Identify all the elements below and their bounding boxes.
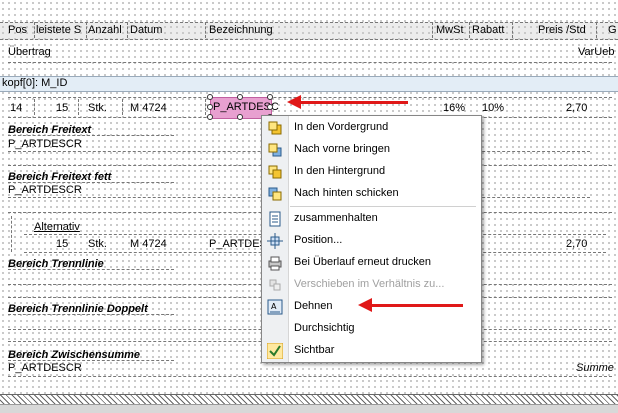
col-separator bbox=[596, 22, 597, 38]
menu-item-label: Position... bbox=[294, 234, 343, 246]
row-pos[interactable]: 14 bbox=[10, 102, 22, 115]
menu-item-label: Dehnen bbox=[294, 300, 333, 312]
row-separator bbox=[122, 99, 123, 115]
col-separator bbox=[205, 22, 206, 38]
annotation-arrow-head bbox=[287, 95, 301, 109]
section-freitext-fett-field[interactable]: P_ARTDESCR bbox=[8, 184, 82, 197]
annotation-arrow-head bbox=[358, 298, 372, 312]
stretch-icon: A bbox=[267, 299, 283, 315]
menu-item-label: In den Hintergrund bbox=[294, 165, 386, 177]
col-datum[interactable]: Datum bbox=[130, 24, 162, 37]
section-underline bbox=[8, 314, 174, 315]
col-separator bbox=[127, 22, 128, 38]
menu-item-nach-vorne-bringen[interactable]: Nach vorne bringen bbox=[262, 139, 481, 161]
alt-leistete[interactable]: 15 bbox=[56, 238, 68, 251]
col-separator bbox=[512, 22, 513, 38]
menu-item-label: Durchsichtig bbox=[294, 322, 355, 334]
uebertrag-label[interactable]: Übertrag bbox=[8, 46, 51, 59]
menu-item-label: Sichtbar bbox=[294, 344, 335, 356]
resize-handle[interactable] bbox=[237, 114, 243, 120]
row-leistete[interactable]: 15 bbox=[56, 102, 68, 115]
move-relative-icon bbox=[269, 279, 281, 291]
menu-item-label: Bei Überlauf erneut drucken bbox=[294, 256, 431, 268]
send-to-back-icon bbox=[268, 165, 282, 179]
svg-text:A: A bbox=[271, 302, 277, 311]
send-backward-icon bbox=[268, 187, 282, 201]
menu-item-position[interactable]: Position... bbox=[262, 230, 481, 252]
annotation-arrow bbox=[371, 304, 463, 307]
col-separator bbox=[34, 22, 35, 38]
col-preis[interactable]: Preis /Std bbox=[538, 24, 586, 37]
row-einheit[interactable]: Stk. bbox=[88, 102, 107, 115]
bring-to-front-icon bbox=[268, 121, 282, 135]
resize-handle[interactable] bbox=[267, 94, 273, 100]
annotation-arrow bbox=[300, 101, 408, 104]
menu-item-label: In den Vordergrund bbox=[294, 121, 389, 133]
alt-datum[interactable]: M 4724 bbox=[130, 238, 167, 251]
col-rabatt[interactable]: Rabatt bbox=[472, 24, 504, 37]
context-menu: In den Vordergrund Nach vorne bringen In… bbox=[261, 115, 482, 363]
col-g[interactable]: G bbox=[608, 24, 617, 37]
menu-item-durchsichtig[interactable]: Durchsichtig bbox=[262, 318, 481, 340]
menu-item-zusammenhalten[interactable]: zusammenhalten bbox=[262, 208, 481, 230]
menu-item-verschieben: Verschieben im Verhältnis zu... bbox=[262, 274, 481, 296]
section-underline bbox=[8, 360, 174, 361]
menu-separator bbox=[290, 206, 476, 207]
position-icon bbox=[267, 233, 283, 249]
reprint-overflow-icon bbox=[268, 256, 282, 271]
row-preis[interactable]: 2,70 bbox=[566, 102, 587, 115]
col-separator bbox=[86, 22, 87, 38]
row-separator bbox=[78, 99, 79, 115]
kopf-label: kopf[0]: M_ID bbox=[2, 77, 68, 89]
menu-item-in-den-hintergrund[interactable]: In den Hintergrund bbox=[262, 161, 481, 183]
menu-item-in-den-vordergrund[interactable]: In den Vordergrund bbox=[262, 117, 481, 139]
menu-item-label: Verschieben im Verhältnis zu... bbox=[294, 278, 445, 290]
section-zwischensumme-field[interactable]: P_ARTDESCR bbox=[8, 362, 82, 375]
menu-item-nach-hinten-schicken[interactable]: Nach hinten schicken bbox=[262, 183, 481, 205]
row-frame-top bbox=[8, 97, 612, 98]
alt-einheit[interactable]: Stk. bbox=[88, 238, 107, 251]
resize-handle[interactable] bbox=[267, 104, 273, 110]
col-bezeichnung[interactable]: Bezeichnung bbox=[209, 24, 273, 37]
col-pos[interactable]: Pos bbox=[8, 24, 27, 37]
row-separator bbox=[205, 99, 206, 115]
row-mwst[interactable]: 16% bbox=[443, 102, 465, 115]
col-separator bbox=[469, 22, 470, 38]
menu-item-label: Nach vorne bringen bbox=[294, 143, 391, 155]
menu-item-bei-ueberlauf[interactable]: Bei Überlauf erneut drucken bbox=[262, 252, 481, 274]
section-underline bbox=[8, 269, 174, 270]
section-alternativ-title[interactable]: Alternativ bbox=[34, 221, 80, 234]
uebertrag-var[interactable]: VarUeb bbox=[578, 46, 614, 59]
section-zwischensumme-summe[interactable]: Summe bbox=[576, 362, 614, 375]
row-separator bbox=[34, 99, 35, 115]
keep-together-icon bbox=[269, 211, 281, 227]
alt-preis[interactable]: 2,70 bbox=[566, 238, 587, 251]
bring-forward-icon bbox=[268, 143, 282, 157]
section-line bbox=[8, 376, 612, 377]
col-leistete[interactable]: leistete S bbox=[36, 24, 81, 37]
uebertrag-line bbox=[8, 62, 612, 63]
section-freitext-field[interactable]: P_ARTDESCR bbox=[8, 138, 82, 151]
menu-item-label: Nach hinten schicken bbox=[294, 187, 399, 199]
section-underline bbox=[8, 182, 174, 183]
menu-item-sichtbar[interactable]: Sichtbar bbox=[262, 340, 481, 362]
checkmark-icon bbox=[267, 343, 283, 359]
row-datum[interactable]: M 4724 bbox=[130, 102, 167, 115]
col-mwst[interactable]: MwSt bbox=[436, 24, 464, 37]
section-underline bbox=[8, 135, 174, 136]
col-separator bbox=[432, 22, 433, 38]
kopf-band[interactable] bbox=[0, 76, 618, 92]
row-rabatt[interactable]: 10% bbox=[482, 102, 504, 115]
resize-handle[interactable] bbox=[207, 104, 213, 110]
resize-handle[interactable] bbox=[237, 94, 243, 100]
alternativ-frame bbox=[11, 216, 12, 252]
menu-item-label: zusammenhalten bbox=[294, 212, 378, 224]
col-anzahl[interactable]: Anzahl bbox=[88, 24, 122, 37]
resize-handle[interactable] bbox=[207, 94, 213, 100]
resize-handle[interactable] bbox=[207, 114, 213, 120]
